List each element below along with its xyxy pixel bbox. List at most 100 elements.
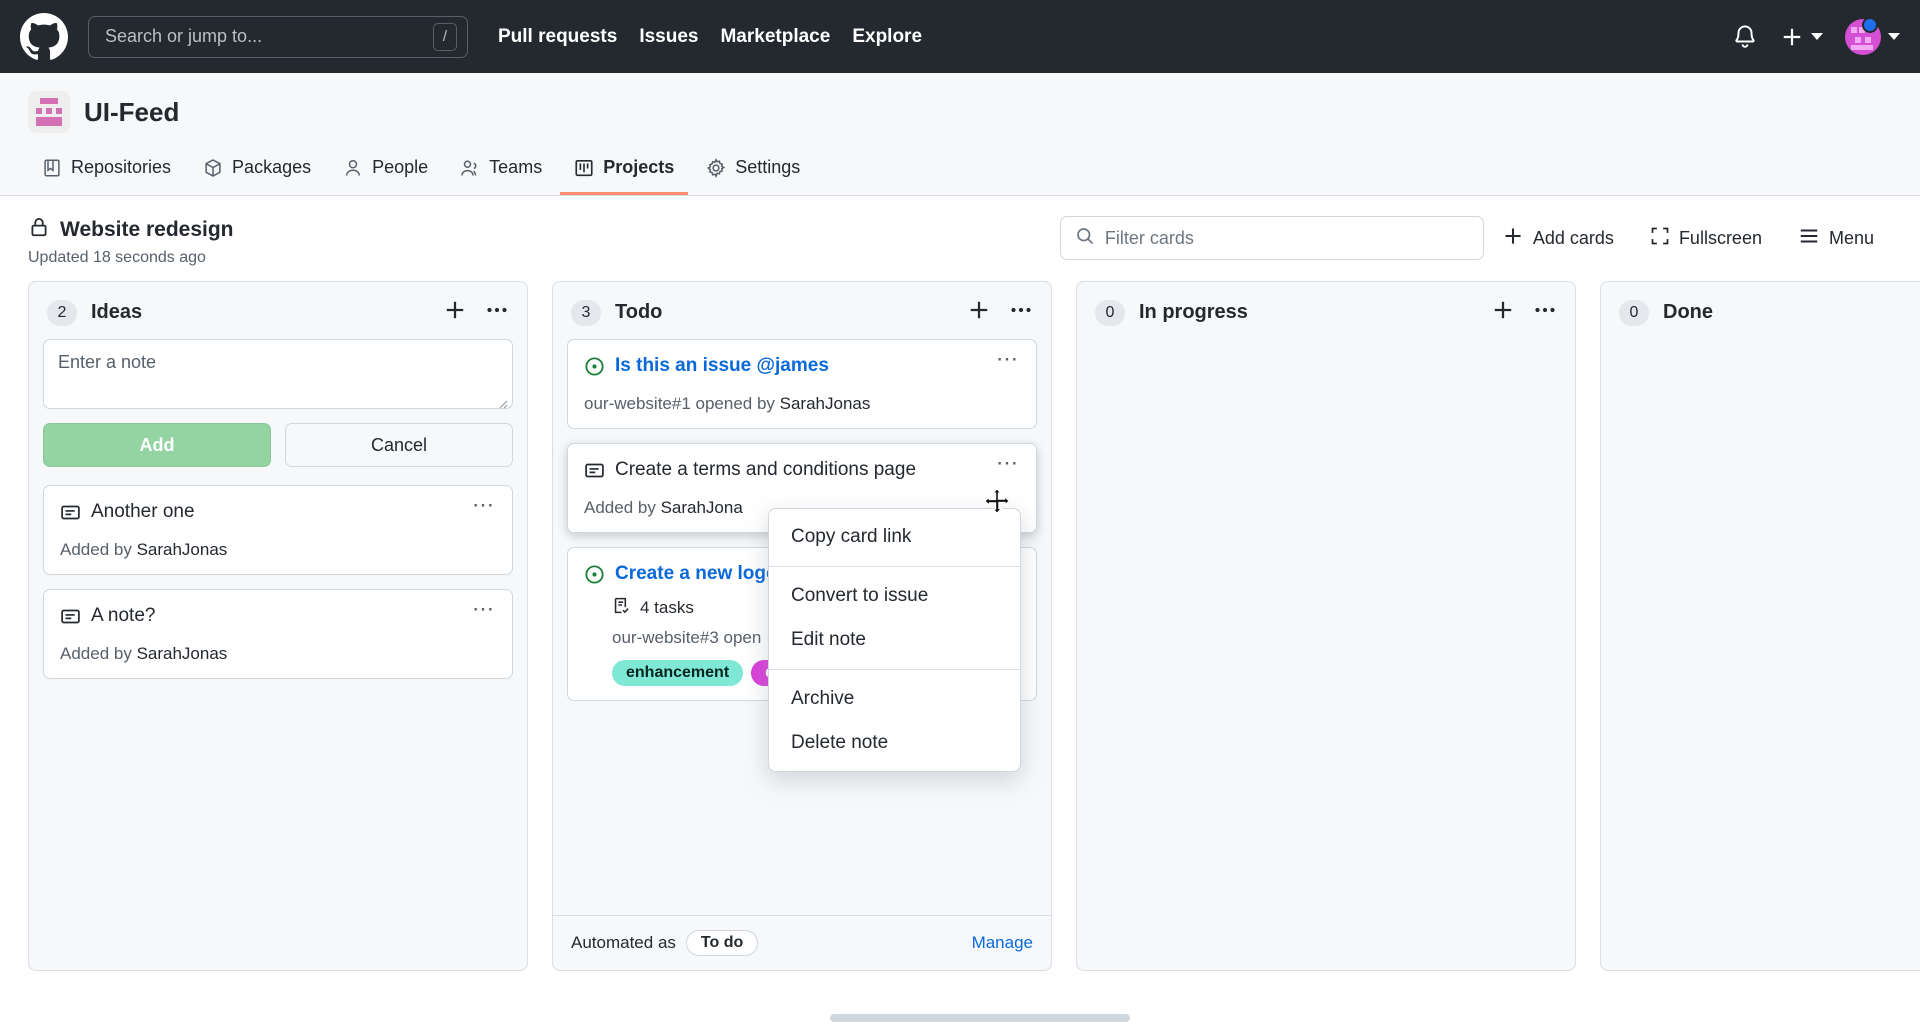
issue-opened-icon <box>584 564 605 590</box>
kebab-icon[interactable] <box>485 298 509 327</box>
people-icon <box>460 158 480 178</box>
column-done: 0 Done <box>1600 281 1920 971</box>
note-icon <box>584 460 605 486</box>
menu-item-delete-note[interactable]: Delete note <box>769 721 1020 765</box>
tab-repositories[interactable]: Repositories <box>28 149 185 195</box>
tab-label: Projects <box>603 157 675 177</box>
column-card-count: 3 <box>571 299 601 326</box>
card-meta: our-website#1 opened by SarahJonas <box>584 394 1020 414</box>
card-top: Is this an issue @james ⋯ <box>584 348 1020 382</box>
chevron-down-icon <box>1888 33 1900 40</box>
lock-icon <box>28 216 50 243</box>
column-actions <box>443 298 509 327</box>
kebab-icon[interactable]: ⋯ <box>466 494 496 516</box>
tab-label: Repositories <box>71 157 172 177</box>
kebab-icon[interactable] <box>1009 298 1033 327</box>
manage-automation-link[interactable]: Manage <box>972 933 1033 953</box>
filter-cards-placeholder: Filter cards <box>1104 227 1194 248</box>
tab-settings[interactable]: Settings <box>692 149 814 195</box>
tab-teams[interactable]: Teams <box>446 149 556 195</box>
automation-label: Automated as <box>571 933 676 952</box>
new-note-actions: Add Cancel <box>43 423 513 467</box>
list-item[interactable]: Another one ⋯ Added by SarahJonas <box>43 485 513 575</box>
card-title: A note? <box>91 605 156 626</box>
add-card-icon[interactable] <box>443 298 467 327</box>
kebab-icon[interactable]: ⋯ <box>466 598 496 620</box>
card-meta-author: SarahJona <box>660 498 743 517</box>
tab-packages[interactable]: Packages <box>189 149 325 195</box>
list-item[interactable]: A note? ⋯ Added by SarahJonas <box>43 589 513 679</box>
card-title: Create a terms and conditions page <box>615 459 917 480</box>
hamburger-icon <box>1798 225 1820 252</box>
nav-pull-requests[interactable]: Pull requests <box>498 26 617 48</box>
menu-button[interactable]: Menu <box>1780 225 1892 252</box>
gear-icon <box>706 157 726 178</box>
column-title: In progress <box>1139 301 1248 323</box>
add-card-icon[interactable] <box>967 298 991 327</box>
card-title[interactable]: Is this an issue @james <box>615 354 980 379</box>
kebab-icon[interactable] <box>1533 298 1557 327</box>
column-ideas: 2 Ideas Enter a note Add Cancel Another … <box>28 281 528 971</box>
package-icon <box>203 158 223 178</box>
horizontal-scrollbar[interactable] <box>830 1014 1130 1022</box>
project-title-row: Website redesign <box>28 216 234 243</box>
label-enhancement[interactable]: enhancement <box>612 660 744 686</box>
note-icon <box>60 606 81 632</box>
kebab-icon[interactable]: ⋯ <box>990 452 1020 474</box>
menu-item-copy-card-link[interactable]: Copy card link <box>769 515 1020 559</box>
create-new-button[interactable] <box>1780 25 1823 49</box>
add-note-button[interactable]: Add <box>43 423 271 467</box>
column-body: Enter a note Add Cancel Another one ⋯ Ad… <box>29 339 527 970</box>
column-title: Ideas <box>91 301 143 323</box>
account-menu-button[interactable] <box>1845 16 1900 55</box>
chevron-down-icon <box>1811 33 1823 40</box>
fullscreen-label: Fullscreen <box>1678 227 1762 248</box>
fullscreen-icon <box>1650 226 1670 251</box>
card-meta: Added by SarahJonas <box>60 540 496 560</box>
search-input[interactable]: Search or jump to... / <box>88 15 468 58</box>
menu-divider <box>769 669 1020 670</box>
column-actions <box>1491 298 1557 327</box>
menu-divider <box>769 566 1020 567</box>
filter-cards-input[interactable]: Filter cards <box>1059 216 1484 260</box>
resize-grip-icon[interactable] <box>496 393 508 409</box>
menu-item-archive[interactable]: Archive <box>769 677 1020 721</box>
search-placeholder: Search or jump to... <box>105 26 263 46</box>
page-title: UI-Feed <box>84 96 180 127</box>
github-mark-icon[interactable] <box>20 12 68 61</box>
repo-title-row: UI-Feed <box>0 91 1920 133</box>
tab-projects[interactable]: Projects <box>560 149 689 195</box>
column-title: Done <box>1663 301 1713 323</box>
tab-label: Teams <box>489 157 543 177</box>
card-top: Another one ⋯ <box>60 494 496 528</box>
menu-item-edit-note[interactable]: Edit note <box>769 618 1020 662</box>
search-shortcut-key: / <box>433 22 457 51</box>
fullscreen-button[interactable]: Fullscreen <box>1632 226 1780 251</box>
nav-explore[interactable]: Explore <box>852 26 922 48</box>
column-header: 2 Ideas <box>29 282 527 339</box>
org-avatar[interactable] <box>28 91 70 133</box>
nav-marketplace[interactable]: Marketplace <box>720 26 830 48</box>
tab-label: People <box>372 157 429 177</box>
project-meta: Website redesign Updated 18 seconds ago <box>28 216 234 267</box>
card-meta-author: SarahJonas <box>136 540 228 559</box>
bell-icon[interactable] <box>1732 24 1758 50</box>
nav-issues[interactable]: Issues <box>639 26 698 48</box>
global-header-actions <box>1732 16 1900 55</box>
add-cards-button[interactable]: Add cards <box>1484 225 1632 252</box>
menu-item-convert-to-issue[interactable]: Convert to issue <box>769 574 1020 618</box>
plus-icon <box>1780 25 1804 49</box>
card-meta-prefix: Added by <box>60 540 137 559</box>
card-meta-prefix: our-website#1 opened by <box>584 394 780 413</box>
list-item[interactable]: Is this an issue @james ⋯ our-website#1 … <box>567 339 1037 429</box>
column-body <box>1077 339 1575 970</box>
column-card-count: 2 <box>47 299 77 326</box>
column-footer: Automated as To do Manage <box>553 915 1051 970</box>
new-note-textarea[interactable]: Enter a note <box>43 339 513 409</box>
kebab-icon[interactable]: ⋯ <box>990 348 1020 370</box>
cancel-note-button[interactable]: Cancel <box>285 423 513 467</box>
card-top: Create a terms and conditions page ⋯ <box>584 452 1020 486</box>
tab-people[interactable]: People <box>329 149 442 195</box>
add-card-icon[interactable] <box>1491 298 1515 327</box>
column-card-count: 0 <box>1619 299 1649 326</box>
